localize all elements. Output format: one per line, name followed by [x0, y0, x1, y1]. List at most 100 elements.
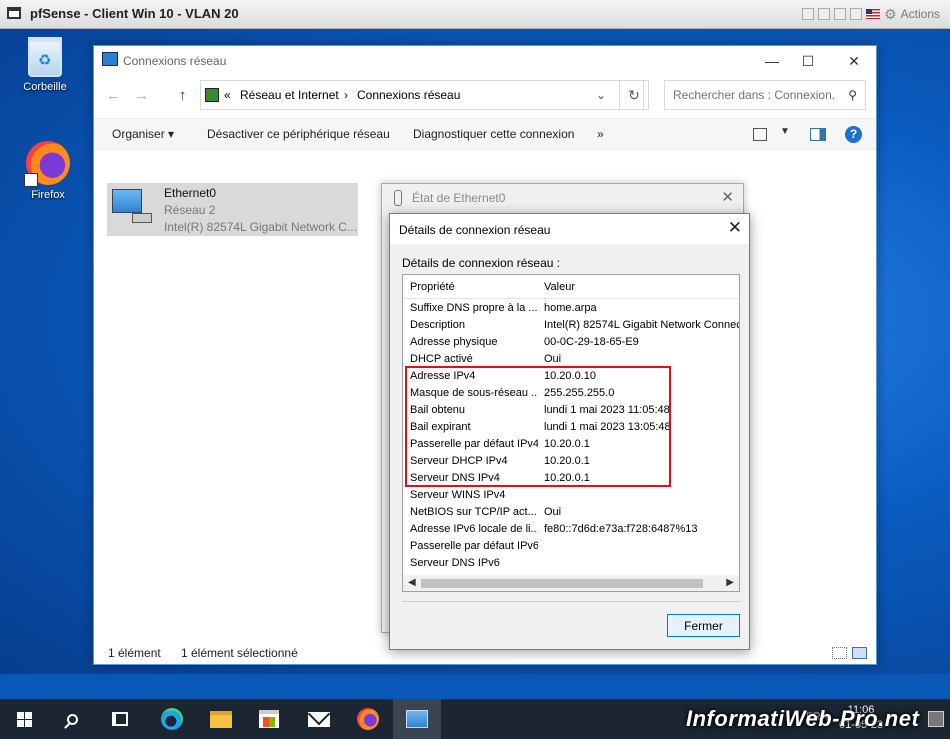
- vm-power-button[interactable]: [802, 8, 815, 20]
- forward-arrow-icon[interactable]: →: [134, 87, 149, 104]
- preview-pane-icon[interactable]: [810, 128, 826, 141]
- close-icon[interactable]: ✕: [721, 188, 734, 206]
- recycle-bin-icon: [28, 37, 62, 77]
- vm-controls: ⚙ Actions: [802, 6, 940, 22]
- row-value: home.arpa: [544, 302, 597, 314]
- network-adapter-icon: [112, 187, 154, 229]
- control-panel-icon: [205, 88, 219, 102]
- item-count: 1 élément: [108, 646, 161, 660]
- more-commands-button[interactable]: »: [597, 127, 604, 141]
- refresh-button[interactable]: ↻: [619, 80, 649, 110]
- diagnose-button[interactable]: Diagnostiquer cette connexion: [413, 127, 574, 141]
- scroll-left-icon[interactable]: ◀: [408, 577, 416, 588]
- table-row[interactable]: Adresse IPv6 locale de li... fe80::7d6d:e…: [403, 521, 739, 538]
- row-property: Adresse IPv6 locale de li...: [410, 523, 538, 535]
- large-icons-view-icon[interactable]: [852, 647, 867, 659]
- adapter-device: Intel(R) 82574L Gigabit Network C...: [164, 220, 357, 234]
- store-taskbar-button[interactable]: [245, 699, 293, 739]
- search-icon: [66, 713, 78, 725]
- vm-actions-menu[interactable]: Actions: [901, 7, 940, 21]
- back-arrow-icon[interactable]: ←: [106, 87, 121, 104]
- search-icon[interactable]: ⚲: [848, 88, 857, 102]
- breadcrumb-arrow-icon[interactable]: ›: [344, 88, 348, 102]
- search-button[interactable]: [48, 699, 96, 739]
- help-icon[interactable]: ?: [845, 126, 862, 143]
- desktop-icon-label: Corbeille: [23, 81, 67, 93]
- maximize-button[interactable]: ☐: [797, 51, 819, 71]
- table-row[interactable]: Serveur DNS IPv6: [403, 555, 739, 572]
- address-dropdown-icon[interactable]: ⌄: [596, 88, 606, 102]
- row-value: Intel(R) 82574L Gigabit Network Connect: [544, 319, 740, 331]
- task-view-button[interactable]: [96, 699, 144, 739]
- store-icon: [259, 710, 279, 728]
- close-button[interactable]: Fermer: [667, 614, 740, 637]
- details-view-icon[interactable]: [832, 647, 847, 659]
- row-value: 00-0C-29-18-65-E9: [544, 336, 639, 348]
- start-button[interactable]: [0, 699, 48, 739]
- table-row[interactable]: Serveur WINS IPv4: [403, 487, 739, 504]
- close-icon[interactable]: ✕: [728, 218, 742, 238]
- recycle-bin-shortcut[interactable]: Corbeille: [10, 37, 80, 93]
- close-window-button[interactable]: ✕: [843, 51, 865, 71]
- vm-title-bar: pfSense - Client Win 10 - VLAN 20 ⚙ Acti…: [0, 0, 950, 29]
- up-arrow-icon[interactable]: ↑: [179, 87, 187, 104]
- row-property: DHCP activé: [410, 353, 473, 365]
- keyboard-layout-flag-icon[interactable]: [866, 9, 881, 19]
- gear-icon[interactable]: ⚙: [884, 6, 897, 23]
- row-value: Oui: [544, 353, 562, 365]
- connection-details-dialog: Détails de connexion réseau ✕ Détails de…: [389, 213, 750, 650]
- vm-pause-button[interactable]: [818, 8, 831, 20]
- dialog-titlebar[interactable]: Détails de connexion réseau ✕: [390, 214, 749, 244]
- firefox-taskbar-button[interactable]: [344, 699, 392, 739]
- mail-taskbar-button[interactable]: [295, 699, 343, 739]
- search-input[interactable]: [665, 81, 835, 109]
- disable-device-button[interactable]: Désactiver ce périphérique réseau: [207, 127, 390, 141]
- breadcrumb-current[interactable]: Connexions réseau: [357, 88, 460, 102]
- network-connections-taskbar-button[interactable]: [393, 699, 441, 739]
- vm-reset-button[interactable]: [834, 8, 847, 20]
- address-row: ← → ↑ « Réseau et Internet › Connexions …: [94, 76, 876, 116]
- column-header-value[interactable]: Valeur: [544, 281, 575, 293]
- chevron-down-icon[interactable]: ▼: [780, 126, 790, 137]
- command-bar: Organiser ▾ Désactiver ce périphérique r…: [94, 118, 876, 150]
- breadcrumb-parent[interactable]: Réseau et Internet: [240, 88, 339, 102]
- watermark: InformatiWeb-Pro.net: [686, 706, 920, 731]
- breadcrumb-overflow[interactable]: «: [224, 88, 231, 102]
- list-header: Propriété Valeur: [403, 275, 739, 299]
- row-value: fe80::7d6d:e73a:f728:6487%13: [544, 523, 698, 535]
- dialog-title: Détails de connexion réseau: [399, 223, 551, 237]
- minimize-button[interactable]: —: [761, 51, 783, 71]
- table-row[interactable]: Adresse physique 00-0C-29-18-65-E9: [403, 334, 739, 351]
- mail-icon: [308, 711, 330, 727]
- vm-title: pfSense - Client Win 10 - VLAN 20: [30, 6, 239, 21]
- change-view-icon[interactable]: [753, 128, 767, 141]
- row-property: Description: [410, 319, 466, 331]
- network-adapter-item[interactable]: Ethernet0 Réseau 2 Intel(R) 82574L Gigab…: [107, 183, 358, 236]
- search-box[interactable]: ⚲: [664, 80, 866, 110]
- table-row[interactable]: Description Intel(R) 82574L Gigabit Netwo…: [403, 317, 739, 334]
- scrollbar-thumb[interactable]: [421, 579, 703, 588]
- address-bar[interactable]: « Réseau et Internet › Connexions réseau…: [200, 80, 644, 110]
- scroll-right-icon[interactable]: ▶: [726, 577, 734, 588]
- table-row[interactable]: NetBIOS sur TCP/IP act... Oui: [403, 504, 739, 521]
- window-title: Connexions réseau: [123, 54, 227, 68]
- firefox-icon: [357, 708, 379, 730]
- row-property: Serveur DNS IPv6: [410, 557, 500, 569]
- edge-taskbar-button[interactable]: [148, 699, 196, 739]
- highlight-box: [405, 366, 671, 487]
- vm-screenshot-button[interactable]: [850, 8, 863, 20]
- table-row[interactable]: Passerelle par défaut IPv6: [403, 538, 739, 555]
- firefox-shortcut[interactable]: Firefox: [13, 141, 83, 201]
- adapter-network: Réseau 2: [164, 203, 216, 217]
- organize-menu[interactable]: Organiser ▾: [112, 127, 174, 141]
- table-row[interactable]: Suffixe DNS propre à la ... home.arpa: [403, 300, 739, 317]
- desktop-icon-label: Firefox: [31, 189, 65, 201]
- divider: [402, 601, 740, 602]
- explorer-titlebar[interactable]: Connexions réseau — ☐ ✕: [94, 46, 876, 76]
- horizontal-scrollbar[interactable]: ◀ ▶: [403, 575, 739, 591]
- windows-logo-icon: [16, 711, 32, 727]
- column-header-property[interactable]: Propriété: [410, 281, 455, 293]
- firefox-icon: [24, 141, 70, 187]
- file-explorer-taskbar-button[interactable]: [197, 699, 245, 739]
- notification-icon[interactable]: [928, 711, 944, 727]
